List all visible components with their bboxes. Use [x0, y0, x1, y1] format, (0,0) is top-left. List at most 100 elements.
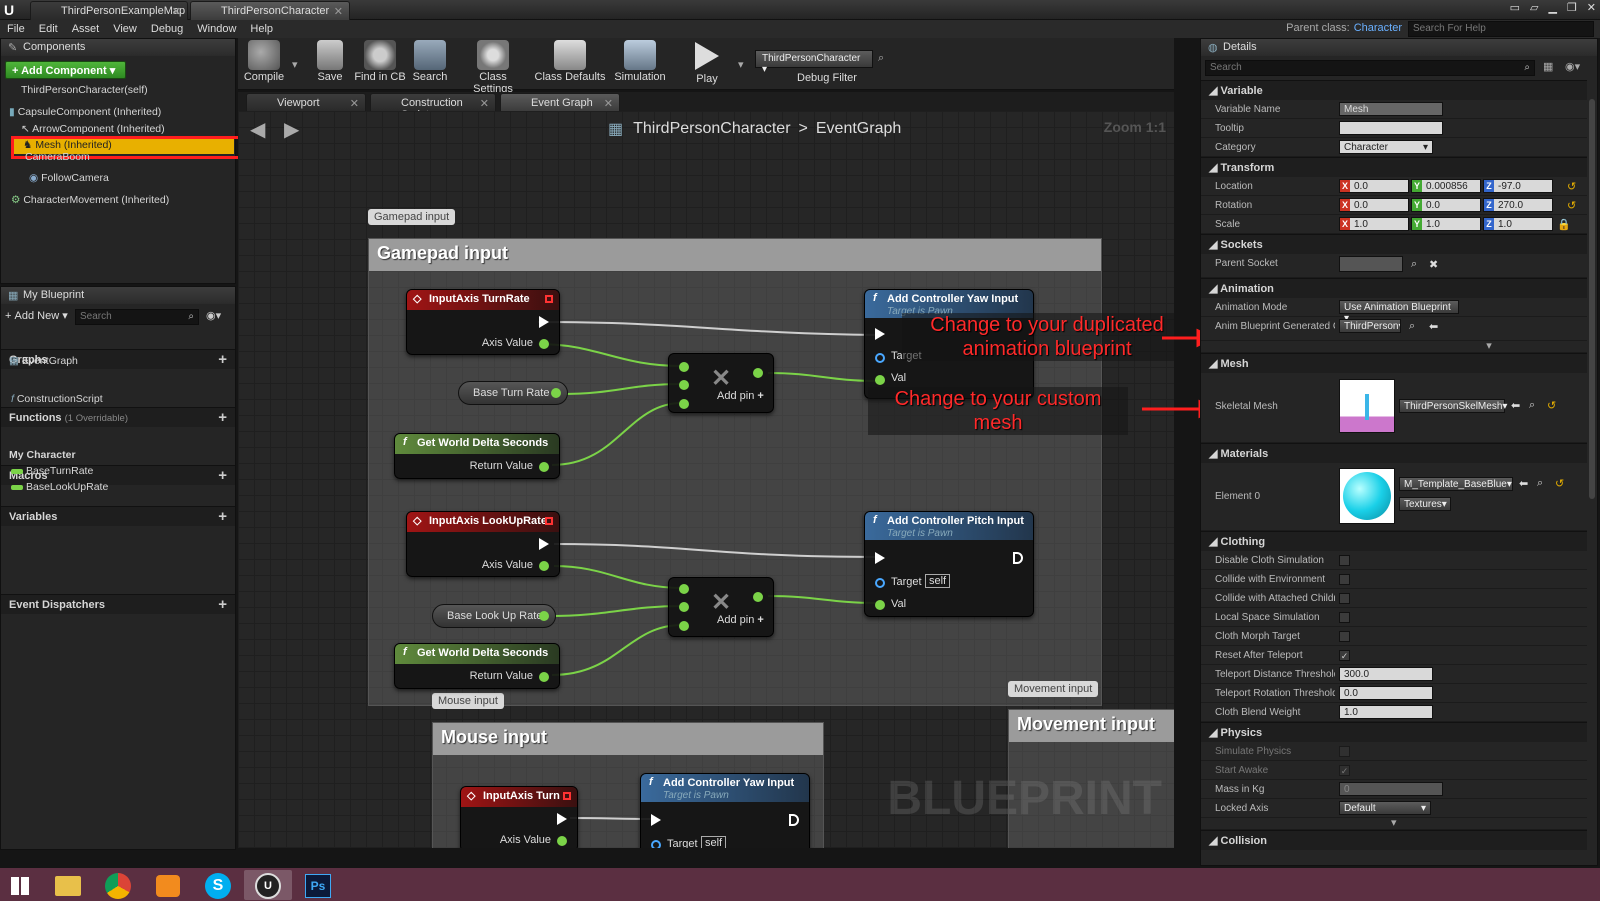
chat-icon[interactable]: ▭ [1510, 1, 1520, 14]
component-followcamera[interactable]: ◉ FollowCamera [29, 170, 109, 187]
section-sockets[interactable]: ◢ Sockets [1201, 234, 1587, 254]
expand-row[interactable]: ▾ [1201, 341, 1587, 353]
teleport-rotation-field[interactable]: 0.0 [1339, 686, 1433, 700]
target-pin[interactable] [651, 840, 661, 848]
component-self[interactable]: ThirdPersonCharacter(self) [21, 82, 148, 99]
use-selected-icon[interactable]: ⬅ [1511, 399, 1520, 412]
checkbox[interactable] [1339, 631, 1350, 642]
class-settings-button[interactable]: Class Settings [458, 40, 528, 95]
add-variable-icon[interactable]: + [218, 507, 227, 527]
add-pin-button[interactable]: Add pin + [717, 614, 764, 626]
exec-in-pin[interactable] [875, 328, 885, 340]
close-icon[interactable]: ✕ [480, 97, 489, 110]
find-in-cb-button[interactable]: Find in CB [354, 40, 406, 90]
search-icon[interactable]: ⌕ [1411, 258, 1417, 271]
input-pin[interactable] [679, 362, 689, 372]
use-selected-icon[interactable]: ⬅ [1429, 320, 1438, 333]
reset-icon[interactable]: ↺ [1555, 477, 1564, 490]
tab-map[interactable]: ThirdPersonExampleMap ✕ [30, 1, 188, 20]
class-defaults-button[interactable]: Class Defaults [534, 40, 606, 90]
material-thumbnail[interactable] [1339, 468, 1395, 524]
lock-icon[interactable]: 🔒 [1557, 218, 1571, 231]
delegate-pin[interactable] [563, 792, 571, 800]
menu-debug[interactable]: Debug [151, 23, 183, 35]
exec-out-pin[interactable] [539, 538, 549, 550]
input-pin[interactable] [679, 602, 689, 612]
chrome-icon[interactable] [94, 870, 142, 900]
close-icon[interactable]: ✕ [172, 5, 181, 18]
anim-class-select[interactable]: ThirdPerson▾ [1339, 319, 1401, 333]
section-clothing[interactable]: ◢ Clothing [1201, 531, 1587, 551]
animation-mode-select[interactable]: Use Animation Blueprint ▾ [1339, 300, 1459, 324]
var-base-lookup-rate[interactable]: Base Look Up Rate [432, 604, 556, 628]
var-out-pin[interactable] [551, 388, 561, 398]
checkbox-checked[interactable]: ✓ [1339, 765, 1350, 776]
reset-icon[interactable]: ↺ [1547, 399, 1556, 412]
delegate-pin[interactable] [545, 517, 553, 525]
debug-object-select[interactable]: ThirdPersonCharacter ▾ [755, 50, 873, 75]
category-select[interactable]: Character ▾ [1339, 140, 1433, 154]
exec-in-pin[interactable] [651, 814, 661, 826]
eye-icon[interactable]: ◉▾ [1565, 60, 1580, 73]
component-cameraboom[interactable]: CameraBoom [25, 153, 90, 161]
skeletal-mesh-thumbnail[interactable] [1339, 379, 1395, 433]
unreal-editor-icon[interactable]: U [244, 870, 292, 900]
menu-help[interactable]: Help [250, 23, 273, 35]
variable-item[interactable]: BaseTurnRate [11, 463, 93, 480]
play-button[interactable]: Play [688, 40, 726, 90]
add-dispatcher-icon[interactable]: + [218, 595, 227, 615]
search-icon[interactable]: ⌕ [1537, 477, 1543, 490]
section-animation[interactable]: ◢ Animation [1201, 278, 1587, 298]
checkbox[interactable] [1339, 593, 1350, 604]
return-value-pin[interactable] [539, 462, 549, 472]
menu-window[interactable]: Window [197, 23, 236, 35]
checkbox[interactable] [1339, 555, 1350, 566]
cloth-blend-field[interactable]: 1.0 [1339, 705, 1433, 719]
use-selected-icon[interactable]: ⬅ [1519, 477, 1528, 490]
save-button[interactable]: Save [312, 40, 348, 90]
return-value-pin[interactable] [539, 672, 549, 682]
variable-name-field[interactable]: Mesh [1339, 102, 1443, 116]
minimize-icon[interactable]: ▁ [1548, 1, 1556, 14]
section-variable[interactable]: ◢ Variable [1201, 80, 1587, 100]
input-pin[interactable] [679, 621, 689, 631]
reset-icon[interactable]: ↺ [1567, 199, 1576, 212]
parent-class-link[interactable]: Character [1354, 22, 1402, 34]
location-x[interactable]: X 0.0 [1339, 179, 1409, 193]
val-pin[interactable] [875, 375, 885, 385]
node-world-delta[interactable]: f Get World Delta Seconds Return Value [394, 433, 560, 479]
functions-section[interactable]: Functions (1 Overridable) + [1, 407, 235, 427]
exec-out-pin[interactable] [789, 814, 799, 826]
parent-socket-field[interactable] [1339, 256, 1403, 272]
delegate-pin[interactable] [545, 295, 553, 303]
component-movement[interactable]: ⚙ CharacterMovement (Inherited) [11, 192, 169, 209]
tab-viewport[interactable]: Viewport ✕ [246, 93, 366, 111]
dispatchers-section[interactable]: Event Dispatchers + [1, 594, 235, 614]
menu-edit[interactable]: Edit [39, 23, 58, 35]
node-inputaxis-turn[interactable]: ◇ InputAxis Turn Axis Value [460, 786, 578, 848]
tab-event-graph[interactable]: Event Graph ✕ [500, 93, 620, 111]
scale-y[interactable]: Y 1.0 [1411, 217, 1481, 231]
unreal-logo-icon[interactable]: U [4, 2, 20, 18]
scale-x[interactable]: X 1.0 [1339, 217, 1409, 231]
help-search-input[interactable]: Search For Help [1408, 21, 1594, 37]
textures-select[interactable]: Textures▾ [1399, 497, 1451, 511]
tab-construction[interactable]: Construction Script✕ [370, 93, 496, 121]
input-pin[interactable] [679, 380, 689, 390]
axis-value-pin[interactable] [539, 561, 549, 571]
material-select[interactable]: M_Template_BaseBlue▾ [1399, 477, 1513, 491]
rotation-z[interactable]: Z 270.0 [1483, 198, 1553, 212]
var-out-pin[interactable] [539, 611, 549, 621]
clear-icon[interactable]: ✖ [1429, 258, 1438, 271]
exec-out-pin[interactable] [539, 316, 549, 328]
add-component-button[interactable]: + Add Component ▾ [5, 61, 126, 79]
location-z[interactable]: Z -97.0 [1483, 179, 1553, 193]
blueprint-search-input[interactable]: Search ⌕ [75, 309, 199, 325]
my-character-category[interactable]: My Character [9, 447, 76, 464]
output-pin[interactable] [753, 368, 763, 378]
section-transform[interactable]: ◢ Transform [1201, 157, 1587, 177]
menu-asset[interactable]: Asset [72, 23, 100, 35]
add-new-button[interactable]: + Add New ▾ [5, 309, 68, 323]
axis-value-pin[interactable] [539, 339, 549, 349]
compile-button[interactable]: Compile [242, 40, 286, 90]
